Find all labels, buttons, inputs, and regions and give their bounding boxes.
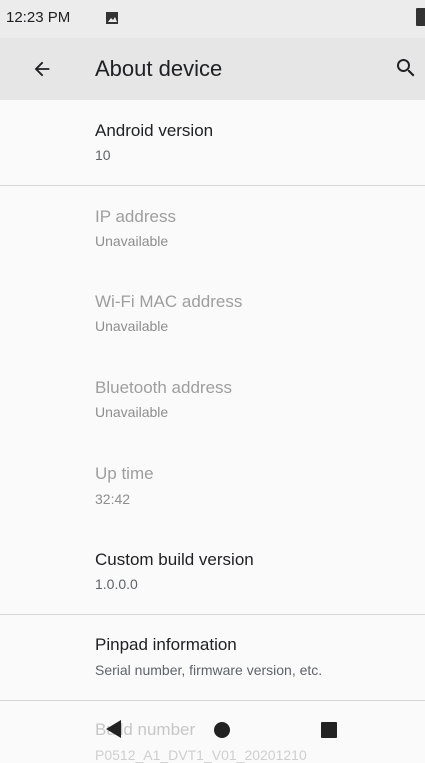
android-version-title: Android version	[95, 121, 214, 140]
bluetooth-address-value: Unavailable	[95, 404, 169, 420]
pinpad-information-title: Pinpad information	[95, 635, 237, 654]
wifi-mac-address-title: Wi-Fi MAC address	[95, 292, 243, 311]
nav-home-icon[interactable]	[214, 722, 230, 738]
status-bar: 12:23 PM	[0, 0, 425, 38]
pinpad-information-item[interactable]: Pinpad information Serial number, firmwa…	[0, 615, 425, 700]
arrow-back-icon	[34, 61, 50, 77]
ip-address-title: IP address	[95, 207, 176, 226]
android-version-item[interactable]: Android version 10	[0, 100, 425, 185]
up-time-item: Up time 32:42	[0, 444, 425, 530]
bluetooth-address-title: Bluetooth address	[95, 378, 233, 397]
status-time: 12:23 PM	[6, 9, 71, 26]
custom-build-version-title: Custom build version	[95, 550, 254, 569]
custom-build-version-value: 1.0.0.0	[95, 576, 138, 592]
android-version-value: 10	[95, 147, 111, 163]
bluetooth-address-item: Bluetooth address Unavailable	[0, 358, 425, 444]
divider	[0, 700, 425, 701]
back-button[interactable]	[26, 53, 58, 85]
search-button[interactable]	[390, 52, 422, 84]
pinpad-information-summary: Serial number, firmware version, etc.	[95, 662, 323, 678]
page-title: About device	[95, 56, 223, 81]
navigation-bar	[0, 704, 425, 761]
wifi-mac-address-item: Wi-Fi MAC address Unavailable	[0, 272, 425, 358]
custom-build-version-item[interactable]: Custom build version 1.0.0.0	[0, 530, 425, 614]
ip-address-value: Unavailable	[95, 233, 169, 249]
app-bar: About device	[0, 38, 425, 100]
wifi-mac-address-value: Unavailable	[95, 318, 169, 334]
nav-recents-icon[interactable]	[321, 722, 337, 738]
up-time-title: Up time	[95, 464, 154, 483]
search-icon	[397, 59, 415, 77]
battery-icon	[416, 8, 425, 26]
nav-back-icon[interactable]	[106, 720, 121, 738]
image-notification-icon	[106, 11, 118, 24]
ip-address-item: IP address Unavailable	[0, 186, 425, 272]
up-time-value: 32:42	[95, 491, 131, 507]
